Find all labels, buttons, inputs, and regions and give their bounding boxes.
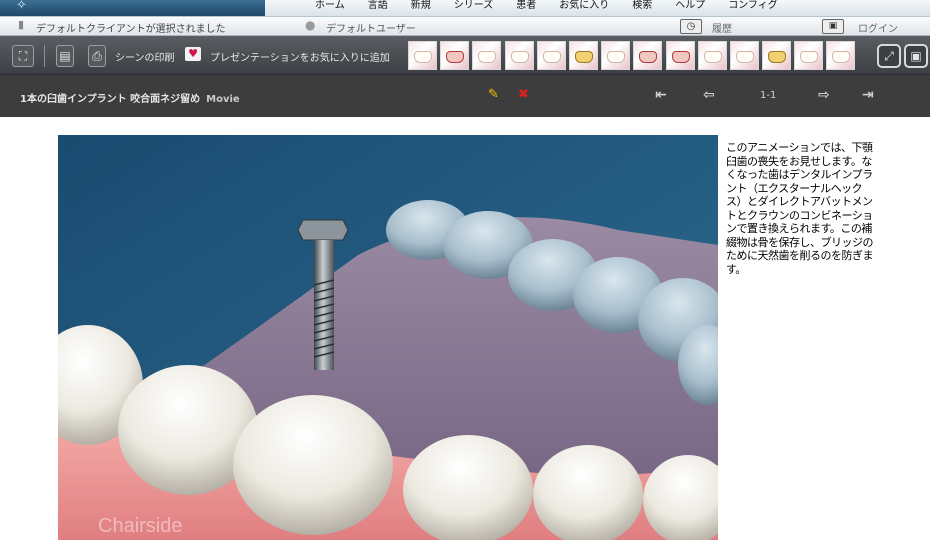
scene-title-bar: 1本の臼歯インプラント 咬合面ネジ留め Movie ✎ ✖ ⇤ ⇦ 1-1 ⇨ ⇥ (0, 75, 930, 117)
heart-icon[interactable]: ♥ (185, 47, 201, 61)
client-status: デフォルトクライアントが選択されました (36, 24, 226, 35)
thumbnail-gum[interactable] (633, 41, 663, 70)
fullscreen-icon[interactable]: ⤢ (877, 44, 901, 68)
prev-page-icon[interactable]: ⇦ (703, 87, 715, 103)
edit-pencil-icon[interactable]: ✎ (488, 87, 499, 102)
first-page-icon[interactable]: ⇤ (655, 87, 667, 103)
print-scene-button[interactable]: シーンの印刷 (115, 49, 175, 64)
scene-title: 1本の臼歯インプラント 咬合面ネジ留め Movie (20, 90, 240, 105)
user-status: デフォルトユーザー (326, 24, 416, 35)
toolbar-divider (44, 45, 45, 67)
menu-new[interactable]: 新規 (411, 0, 431, 16)
thumbnail-decay[interactable] (665, 41, 695, 70)
thumbnail-tools[interactable] (408, 41, 437, 70)
menu-series[interactable]: シリーズ (454, 0, 494, 16)
main-menu: ホーム 言語 新規 シリーズ 患者 お気に入り 検索 ヘルプ コンフィグ (315, 0, 801, 16)
add-favorite-button[interactable]: プレゼンテーションをお気に入りに追加 (210, 49, 390, 64)
menu-patient[interactable]: 患者 (516, 0, 536, 16)
thumbnail-smile[interactable] (536, 41, 566, 70)
thumbnail-brace[interactable] (762, 41, 792, 70)
thumbnail-molar[interactable] (697, 41, 727, 70)
scene-type: Movie (206, 94, 240, 105)
thumbnail-extraction[interactable] (601, 41, 631, 70)
page-counter: 1-1 (760, 90, 777, 101)
thumbnail-root[interactable] (729, 41, 759, 70)
thumbnail-bridge[interactable] (472, 41, 502, 70)
thumbnail-arch[interactable] (504, 41, 534, 70)
user-icon: ● (305, 18, 316, 32)
chairside-watermark: Chairside (98, 515, 183, 537)
lock-icon[interactable]: ▣ (822, 19, 844, 34)
implant-animation-frame (58, 135, 718, 540)
toolbar: ⛶ ▤ ⎙ シーンの印刷 ♥ プレゼンテーションをお気に入りに追加 ⤢ ▣ (0, 36, 930, 75)
menu-help[interactable]: ヘルプ (675, 0, 705, 16)
login-link[interactable]: ログイン (858, 20, 898, 35)
top-nav-bar: ✧ ホーム 言語 新規 シリーズ 患者 お気に入り 検索 ヘルプ コンフィグ (0, 0, 930, 17)
logo-area: ✧ (0, 0, 265, 16)
print-icon[interactable]: ⎙ (88, 45, 106, 67)
delete-x-icon[interactable]: ✖ (518, 87, 529, 102)
status-bar: ▮ デフォルトクライアントが選択されました ● デフォルトユーザー ◷ 履歴 ▣… (0, 17, 930, 36)
pin-icon: ▮ (18, 18, 25, 31)
scene-description: このアニメーションでは、下顎臼歯の喪失をお見せします。なくなった歯はデンタルイン… (726, 141, 874, 276)
scene-title-text: 1本の臼歯インプラント 咬合面ネジ留め (20, 94, 201, 105)
menu-favorites[interactable]: お気に入り (559, 0, 609, 16)
menu-language[interactable]: 言語 (368, 0, 388, 16)
camera-icon[interactable]: ▣ (904, 44, 928, 68)
thumbnail-implant[interactable] (568, 41, 598, 70)
thumbnail-veneer[interactable] (826, 41, 856, 70)
movie-player[interactable]: Chairside (58, 135, 718, 540)
thumbnail-cleaning[interactable] (794, 41, 824, 70)
thumbnail-crown[interactable] (440, 41, 470, 70)
history-link[interactable]: 履歴 (712, 20, 732, 35)
history-icon[interactable]: ◷ (680, 19, 702, 34)
menu-search[interactable]: 検索 (632, 0, 652, 16)
next-page-icon[interactable]: ⇨ (818, 87, 830, 103)
page-icon[interactable]: ▤ (56, 45, 74, 67)
tooth-logo-icon: ✧ (16, 0, 27, 13)
collapse-icon[interactable]: ⛶ (12, 45, 34, 67)
menu-config[interactable]: コンフィグ (728, 0, 778, 16)
scene-thumbnails (408, 41, 859, 70)
last-page-icon[interactable]: ⇥ (862, 87, 874, 103)
menu-home[interactable]: ホーム (315, 0, 345, 16)
